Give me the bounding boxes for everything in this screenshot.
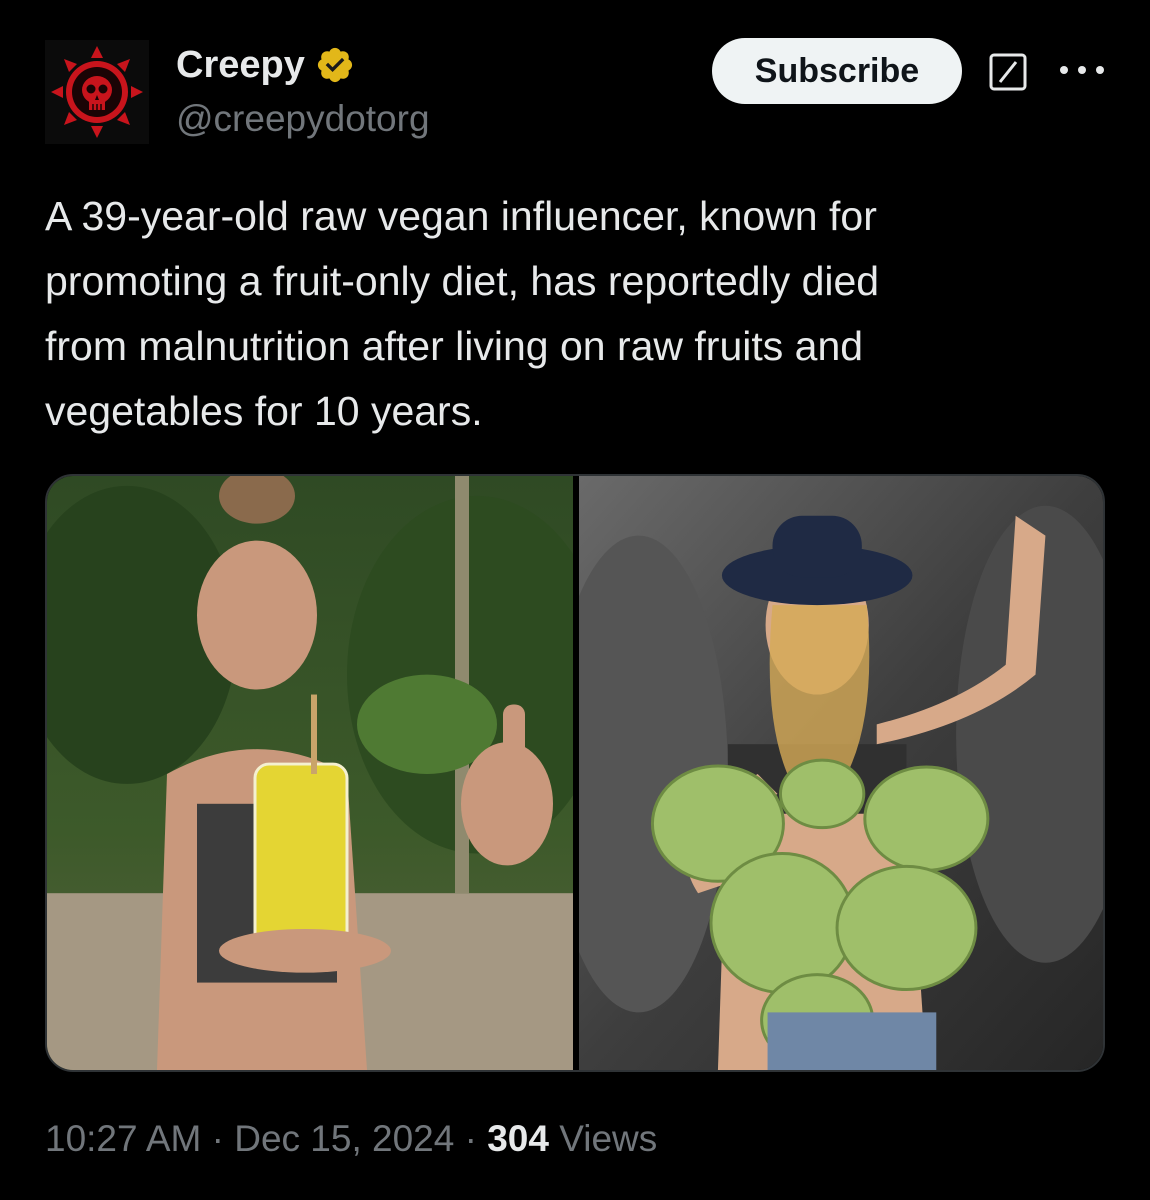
author-name-text[interactable]: Creepy [176,40,305,90]
author-avatar[interactable] [45,40,149,144]
slash-box-icon[interactable] [988,52,1028,92]
photo-woman-juice-thumbs-up[interactable] [47,476,573,1070]
ellipsis-icon[interactable] [1060,58,1104,82]
more-dot [1078,66,1086,74]
media-grid[interactable] [45,474,1105,1072]
subscribe-button[interactable]: Subscribe [712,38,962,104]
photo-juice-illustration [47,476,573,1070]
views-label: Views [548,1118,658,1159]
tweet-text: A 39-year-old raw vegan influencer, know… [45,193,880,434]
meta-separator: · [454,1118,488,1159]
verified-badge-icon [317,47,352,83]
photo-woman-coconuts-hat[interactable] [579,476,1103,1070]
author-handle[interactable]: @creepydotorg [176,94,430,144]
meta-separator: · [201,1118,235,1159]
photo-coconuts-illustration [579,476,1103,1070]
tweet: Creepy @creepydotorg Subscribe A 39-year… [0,0,1150,1200]
red-skull-gear-icon [45,40,149,144]
views-count: 304 [487,1118,549,1159]
more-dot [1060,66,1068,74]
more-dot [1096,66,1104,74]
tweet-time[interactable]: 10:27 AM [45,1114,201,1164]
tweet-meta: 10:27 AM · Dec 15, 2024 · 304 Views [45,1114,657,1164]
author-name[interactable]: Creepy [176,40,355,90]
tweet-date[interactable]: Dec 15, 2024 [234,1114,454,1164]
